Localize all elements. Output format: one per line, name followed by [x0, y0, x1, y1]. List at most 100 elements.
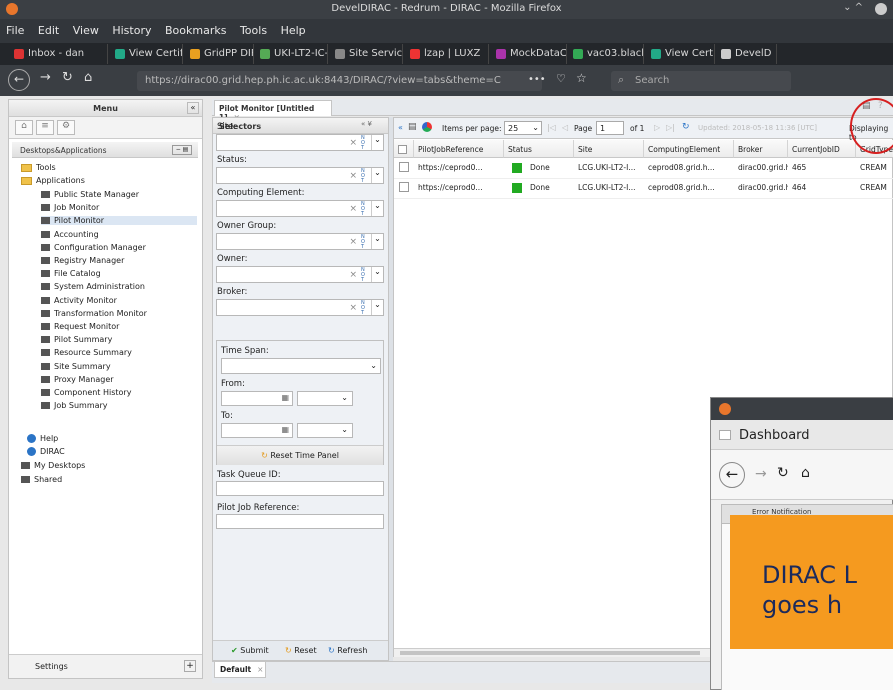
selector-input[interactable]: × N O T ⌄ — [216, 167, 384, 184]
to-time-select[interactable]: ⌄ — [297, 423, 353, 438]
clear-icon[interactable]: × — [349, 237, 357, 247]
not-toggle-icon[interactable]: NOT — [361, 202, 369, 217]
tree-item-app[interactable]: Activity Monitor — [41, 296, 117, 305]
scroll-thumb[interactable] — [400, 651, 700, 655]
column-header[interactable]: ComputingElement — [644, 140, 734, 158]
browser-tab[interactable]: Site Service — [331, 44, 403, 64]
home-icon[interactable]: ⌂ — [84, 70, 92, 85]
page-actions-icon[interactable]: ••• — [528, 74, 546, 85]
close-icon[interactable] — [875, 3, 887, 15]
clear-icon[interactable]: × — [349, 204, 357, 214]
menu-bookmarks[interactable]: Bookmarks — [165, 24, 226, 37]
collapse-icon[interactable]: « — [187, 102, 199, 114]
browser-tab[interactable]: View Certifi — [111, 44, 183, 64]
select-all-checkbox[interactable] — [394, 140, 414, 158]
reload-icon[interactable]: ↻ — [62, 70, 73, 85]
menu-tools[interactable]: Tools — [240, 24, 267, 37]
home-icon[interactable]: ⌂ — [801, 465, 810, 481]
tree-item-dirac[interactable]: DIRAC — [27, 447, 65, 456]
tab-pilot-monitor[interactable]: Pilot Monitor [Untitled 1]× — [214, 100, 332, 122]
selector-input[interactable]: × N O T ⌄ — [216, 200, 384, 217]
refresh-grid-icon[interactable]: ↻ — [682, 122, 690, 132]
chevron-down-icon[interactable]: ⌄ — [371, 300, 383, 315]
to-date-input[interactable]: ▦ — [221, 423, 293, 438]
menu-history[interactable]: History — [112, 24, 151, 37]
column-header[interactable]: PilotJobReference — [414, 140, 504, 158]
tree-item-app[interactable]: Accounting — [41, 230, 99, 239]
selector-input[interactable]: × N O T ⌄ — [216, 233, 384, 250]
not-toggle-icon[interactable]: NOT — [361, 301, 369, 316]
tree-collapse-icon[interactable]: − ▤ — [172, 145, 192, 155]
tree-item-app[interactable]: Request Monitor — [41, 322, 119, 331]
menu-help[interactable]: Help — [281, 24, 306, 37]
items-per-page-select[interactable]: 25 ⌄ — [504, 121, 542, 135]
tree-item-shared[interactable]: Shared — [21, 475, 62, 484]
tree-item-app[interactable]: Public State Manager — [41, 190, 139, 199]
not-toggle-icon[interactable]: NOT — [361, 268, 369, 283]
tree-item-help[interactable]: Help — [27, 434, 58, 443]
pocket-icon[interactable]: ♡ — [556, 72, 566, 85]
list-tab-icon[interactable]: ≡ — [36, 120, 54, 135]
selectors-collapse-icon[interactable]: « ¥ — [361, 120, 372, 128]
back-icon[interactable]: ← — [8, 69, 30, 91]
clear-icon[interactable]: × — [349, 303, 357, 313]
tree-item-app[interactable]: Job Monitor — [41, 203, 99, 212]
tree-item-app[interactable]: Configuration Manager — [41, 243, 146, 252]
selector-input[interactable]: × N O T ⌄ — [216, 266, 384, 283]
tree-item-tools[interactable]: Tools — [21, 163, 56, 172]
menu-view[interactable]: View — [73, 24, 99, 37]
clear-icon[interactable]: × — [349, 171, 357, 181]
browser-tab[interactable]: GridPP DIRA — [186, 44, 254, 64]
not-toggle-icon[interactable]: NOT — [361, 235, 369, 250]
clear-icon[interactable]: × — [349, 270, 357, 280]
tree-item-app[interactable]: Site Summary — [41, 362, 111, 371]
grid-menu-icon[interactable]: ▤ — [408, 122, 417, 132]
browser-tab[interactable]: DevelD — [717, 44, 777, 64]
column-header[interactable]: Broker — [734, 140, 788, 158]
menu-edit[interactable]: Edit — [38, 24, 59, 37]
back-icon[interactable]: ← — [719, 462, 745, 488]
browser-tab[interactable]: View Certifi — [647, 44, 715, 64]
reset-button[interactable]: ↻ Reset — [285, 646, 317, 655]
popup-tab[interactable]: Dashboard — [711, 420, 893, 450]
tree-item-app[interactable]: Resource Summary — [41, 348, 132, 357]
browser-tab[interactable]: lzap | LUXZ — [406, 44, 489, 64]
tree-item-app[interactable]: Registry Manager — [41, 256, 124, 265]
tree-item-my-desktops[interactable]: My Desktops — [21, 461, 85, 470]
tab-close-icon[interactable]: × — [257, 665, 263, 674]
expand-settings-icon[interactable]: + — [184, 660, 196, 672]
selector-input[interactable]: × N O T ⌄ — [216, 134, 384, 151]
settings-tab-icon[interactable]: ⚙ — [57, 120, 75, 135]
reload-icon[interactable]: ↻ — [777, 465, 789, 481]
browser-tab[interactable]: vac03.black — [569, 44, 644, 64]
chevron-down-icon[interactable]: ⌄ — [371, 168, 383, 183]
forward-icon[interactable]: → — [755, 466, 767, 482]
not-toggle-icon[interactable]: NOT — [361, 169, 369, 184]
row-checkbox[interactable] — [399, 182, 409, 192]
bookmark-star-icon[interactable]: ☆ — [576, 71, 587, 85]
time-span-select[interactable]: ⌄ — [221, 358, 381, 374]
from-time-select[interactable]: ⌄ — [297, 391, 353, 406]
tree-item-app[interactable]: Proxy Manager — [41, 375, 114, 384]
page-input[interactable]: 1 — [596, 121, 624, 135]
expand-left-icon[interactable]: « — [398, 123, 403, 132]
not-toggle-icon[interactable]: NOT — [361, 136, 369, 151]
browser-tab[interactable]: MockDataC — [492, 44, 567, 64]
settings-label[interactable]: Settings — [35, 662, 68, 671]
prev-page-icon[interactable]: ◁ — [562, 123, 568, 132]
forward-icon[interactable]: → — [40, 70, 51, 85]
task-queue-input[interactable] — [216, 481, 384, 496]
next-page-icon[interactable]: ▷ — [654, 123, 660, 132]
browser-tab[interactable]: Inbox - dan — [10, 44, 108, 64]
home-tab-icon[interactable]: ⌂ — [15, 120, 33, 135]
browser-tab[interactable]: UKI-LT2-IC-I — [256, 44, 328, 64]
tree-item-app[interactable]: Component History — [41, 388, 131, 397]
column-header[interactable]: Site — [574, 140, 644, 158]
tree-item-app[interactable]: System Administration — [41, 282, 145, 291]
first-page-icon[interactable]: |◁ — [547, 123, 556, 132]
tree-item-app[interactable]: Pilot Monitor — [41, 216, 197, 226]
tree-item-app[interactable]: Pilot Summary — [41, 335, 112, 344]
window-controls[interactable]: ⌄ ^ — [843, 2, 863, 13]
tree-item-applications[interactable]: Applications — [21, 176, 85, 185]
refresh-button[interactable]: ↻ Refresh — [328, 646, 367, 655]
